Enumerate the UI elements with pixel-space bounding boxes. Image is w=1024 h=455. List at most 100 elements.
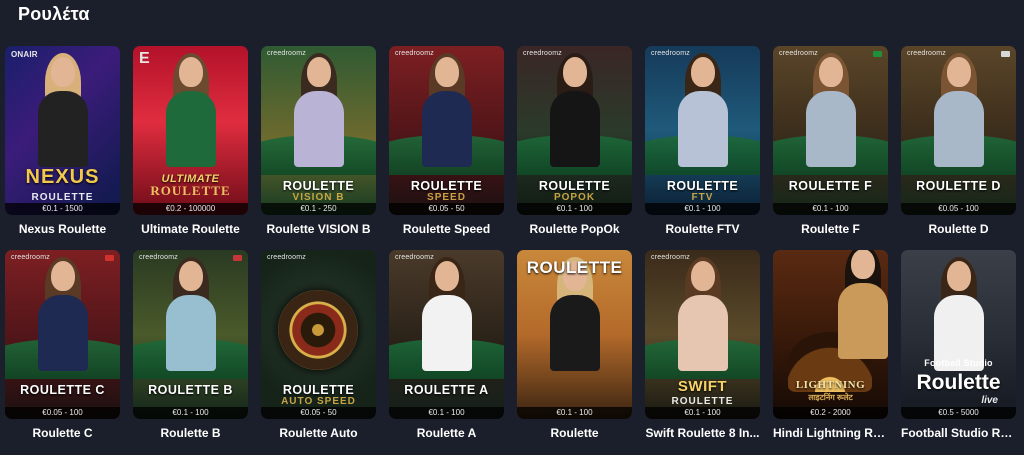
tile-title: ROULETTE F xyxy=(788,179,873,193)
game-thumbnail[interactable]: creedroomz ROULETTE FTV €0.1 - 100 xyxy=(645,46,760,215)
dealer-figure xyxy=(835,250,888,359)
game-thumbnail[interactable]: creedroomz ROULETTE C €0.05 - 100 xyxy=(5,250,120,419)
game-title[interactable]: Hindi Lightning Ro... xyxy=(773,426,888,440)
provider-logo: creedroomz xyxy=(907,50,946,57)
dealer-figure xyxy=(675,257,731,371)
provider-logo: creedroomz xyxy=(523,50,562,57)
game-thumbnail[interactable]: creedroomz ROULETTE B €0.1 - 100 xyxy=(133,250,248,419)
tile-subtitle: लाइटनिंग रूलेट xyxy=(808,393,853,402)
tile-title: ROULETTE xyxy=(410,179,483,193)
provider-logo: Football Studio xyxy=(924,358,993,368)
game-title[interactable]: Nexus Roulette xyxy=(5,222,120,236)
game-thumbnail[interactable]: ONAIR NEXUS ROULETTE €0.1 - 1500 xyxy=(5,46,120,215)
tile-subtitle: VISION B xyxy=(292,192,345,203)
game-thumbnail[interactable]: creedroomz ROULETTE A €0.1 - 100 xyxy=(389,250,504,419)
game-card[interactable]: creedroomz ROULETTE POPOK €0.1 - 100 Roulett… xyxy=(517,46,632,236)
game-thumbnail[interactable]: LIGHTNING लाइटनिंग रूलेट €0.2 - 2000 xyxy=(773,250,888,419)
game-title[interactable]: Roulette D xyxy=(901,222,1016,236)
game-title[interactable]: Roulette Auto xyxy=(261,426,376,440)
dealer-figure xyxy=(419,257,475,371)
provider-logo: creedroomz xyxy=(139,254,178,261)
tile-title: ROULETTE A xyxy=(404,383,489,397)
dealer-figure xyxy=(547,53,603,167)
game-title[interactable]: Roulette C xyxy=(5,426,120,440)
game-card[interactable]: creedroomz SWIFT ROULETTE €0.1 - 100 Swift R… xyxy=(645,250,760,440)
tile-subtitle: POPOK xyxy=(553,192,596,203)
tile-title: ROULETTE xyxy=(282,179,355,193)
section-title: Ρουλέτα xyxy=(18,4,90,24)
game-card[interactable]: creedroomz ROULETTE F €0.1 - 100 Roulette F xyxy=(773,46,888,236)
game-thumbnail[interactable]: creedroomz SWIFT ROULETTE €0.1 - 100 xyxy=(645,250,760,419)
dealer-figure xyxy=(35,53,91,167)
bet-limit: €0.2 - 2000 xyxy=(773,407,888,419)
tile-subtitle: ROULETTE xyxy=(671,396,734,407)
bet-limit: €0.1 - 100 xyxy=(773,203,888,215)
flag-icon xyxy=(873,51,882,57)
game-card[interactable]: creedroomz ROULETTE SPEED €0.05 - 50 Roulett… xyxy=(389,46,504,236)
provider-logo: creedroomz xyxy=(395,254,434,261)
game-title[interactable]: Roulette VISION B xyxy=(261,222,376,236)
game-thumbnail[interactable]: creedroomz ROULETTE SPEED €0.05 - 50 xyxy=(389,46,504,215)
tile-subtitle: ROULETTE xyxy=(31,192,94,203)
provider-logo: creedroomz xyxy=(779,50,818,57)
dealer-figure xyxy=(291,53,347,167)
game-title[interactable]: Roulette B xyxy=(133,426,248,440)
game-card[interactable]: creedroomz ROULETTE VISION B €0.1 - 250 Roul… xyxy=(261,46,376,236)
game-card[interactable]: creedroomz ROULETTE AUTO SPEED €0.05 - 50 Ro… xyxy=(261,250,376,440)
tile-subtitle: live xyxy=(981,395,998,406)
game-card[interactable]: creedroomz ROULETTE C €0.05 - 100 Roulette … xyxy=(5,250,120,440)
provider-logo: E xyxy=(139,50,150,67)
bet-limit: €0.1 - 100 xyxy=(133,407,248,419)
game-title[interactable]: Roulette F xyxy=(773,222,888,236)
game-card[interactable]: creedroomz ROULETTE A €0.1 - 100 Roulette A xyxy=(389,250,504,440)
bet-limit: €0.05 - 100 xyxy=(5,407,120,419)
bet-limit: €0.1 - 100 xyxy=(517,203,632,215)
game-title[interactable]: Swift Roulette 8 In... xyxy=(645,426,760,440)
provider-logo: creedroomz xyxy=(11,254,50,261)
game-title[interactable]: Roulette Speed xyxy=(389,222,504,236)
game-thumbnail[interactable]: ROULETTE €0.1 - 100 xyxy=(517,250,632,419)
tile-subtitle: SPEED xyxy=(427,192,466,203)
game-title[interactable]: Roulette A xyxy=(389,426,504,440)
provider-logo: creedroomz xyxy=(395,50,434,57)
provider-logo: ONAIR xyxy=(11,50,38,59)
provider-logo: creedroomz xyxy=(651,254,690,261)
flag-icon xyxy=(105,255,114,261)
game-title[interactable]: Roulette FTV xyxy=(645,222,760,236)
game-card[interactable]: creedroomz ROULETTE D €0.05 - 100 Roulette … xyxy=(901,46,1016,236)
tile-subtitle: FTV xyxy=(691,192,714,203)
game-thumbnail[interactable]: creedroomz ROULETTE POPOK €0.1 - 100 xyxy=(517,46,632,215)
game-title[interactable]: Roulette xyxy=(517,426,632,440)
flag-icon xyxy=(1001,51,1010,57)
bet-limit: €0.05 - 100 xyxy=(901,203,1016,215)
dealer-figure xyxy=(35,257,91,371)
game-title[interactable]: Roulette PopOk xyxy=(517,222,632,236)
game-thumbnail[interactable]: creedroomz ROULETTE D €0.05 - 100 xyxy=(901,46,1016,215)
tile-title: SWIFT xyxy=(677,378,728,395)
game-thumbnail[interactable]: creedroomz ROULETTE F €0.1 - 100 xyxy=(773,46,888,215)
game-card[interactable]: E ULTIMATE ROULETTE €0.2 - 100000 Ultimate R… xyxy=(133,46,248,236)
bet-limit: €0.1 - 100 xyxy=(389,407,504,419)
game-thumbnail[interactable]: Football Studio Roulette live €0.5 - 5000 xyxy=(901,250,1016,419)
game-thumbnail[interactable]: creedroomz ROULETTE VISION B €0.1 - 250 xyxy=(261,46,376,215)
tile-subtitle: ROULETTE xyxy=(150,183,231,198)
game-card[interactable]: ONAIR NEXUS ROULETTE €0.1 - 1500 Nexus Roule… xyxy=(5,46,120,236)
provider-logo: creedroomz xyxy=(267,50,306,57)
tile-title: ROULETTE xyxy=(538,179,611,193)
game-thumbnail[interactable]: creedroomz ROULETTE AUTO SPEED €0.05 - 50 xyxy=(261,250,376,419)
game-title[interactable]: Ultimate Roulette xyxy=(133,222,248,236)
game-card[interactable]: LIGHTNING लाइटनिंग रूलेट €0.2 - 2000 Hindi … xyxy=(773,250,888,440)
dealer-figure xyxy=(163,53,219,167)
game-title[interactable]: Football Studio Ro... xyxy=(901,426,1016,440)
game-card[interactable]: Football Studio Roulette live €0.5 - 5000 Fo… xyxy=(901,250,1016,440)
game-thumbnail[interactable]: E ULTIMATE ROULETTE €0.2 - 100000 xyxy=(133,46,248,215)
dealer-figure xyxy=(163,257,219,371)
tile-title: Roulette xyxy=(916,371,1001,394)
flag-icon xyxy=(233,255,242,261)
bet-limit: €0.05 - 50 xyxy=(261,407,376,419)
bet-limit: €0.05 - 50 xyxy=(389,203,504,215)
game-card[interactable]: creedroomz ROULETTE FTV €0.1 - 100 Roulette … xyxy=(645,46,760,236)
game-card[interactable]: creedroomz ROULETTE B €0.1 - 100 Roulette B xyxy=(133,250,248,440)
tile-title: ROULETTE xyxy=(666,179,739,193)
game-card[interactable]: ROULETTE €0.1 - 100 Roulette xyxy=(517,250,632,440)
